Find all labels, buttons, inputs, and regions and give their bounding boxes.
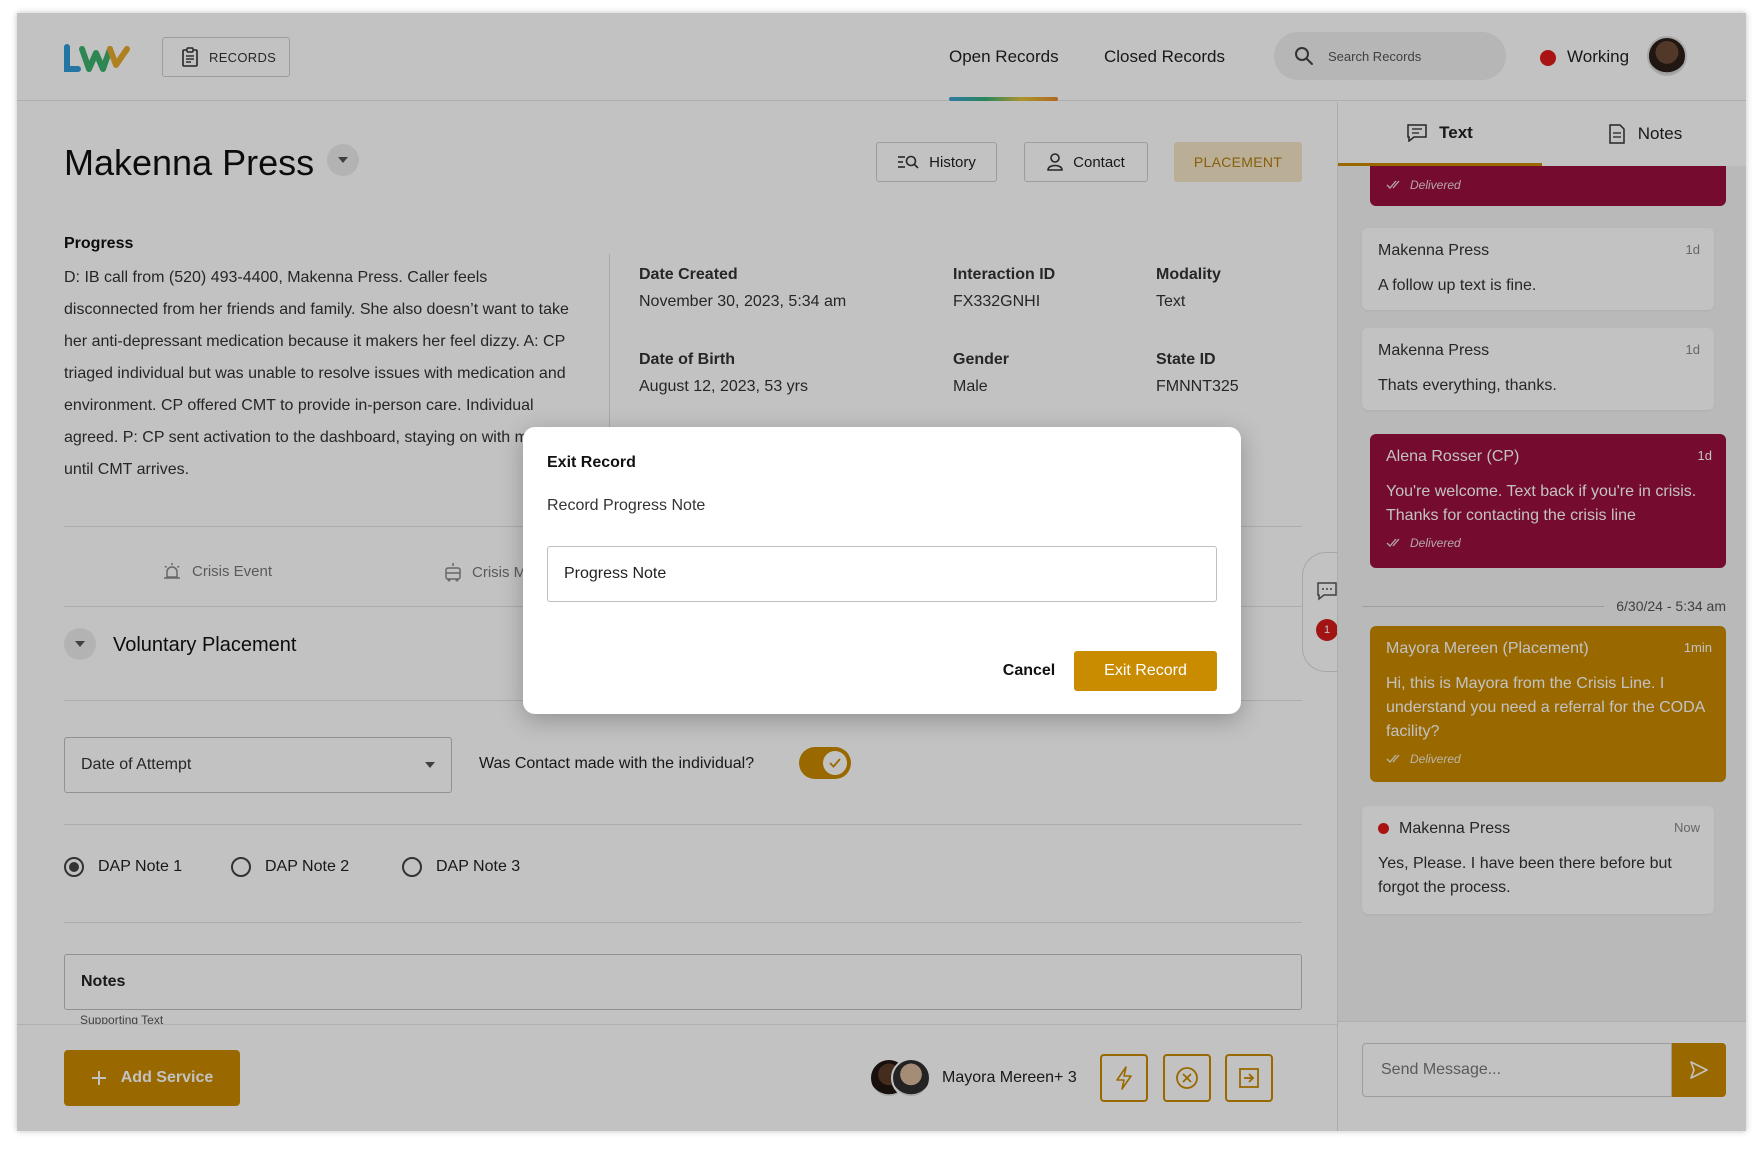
dialog-title: Exit Record (547, 454, 636, 471)
confirm-exit-button[interactable]: Exit Record (1074, 651, 1217, 691)
exit-record-dialog: Exit Record Record Progress Note Cancel … (523, 427, 1241, 714)
app-window: RECORDS Open Records Closed Records Sear… (17, 13, 1746, 1131)
dialog-subtitle: Record Progress Note (547, 497, 706, 514)
cancel-button[interactable]: Cancel (989, 651, 1069, 691)
progress-note-input[interactable] (547, 546, 1217, 602)
